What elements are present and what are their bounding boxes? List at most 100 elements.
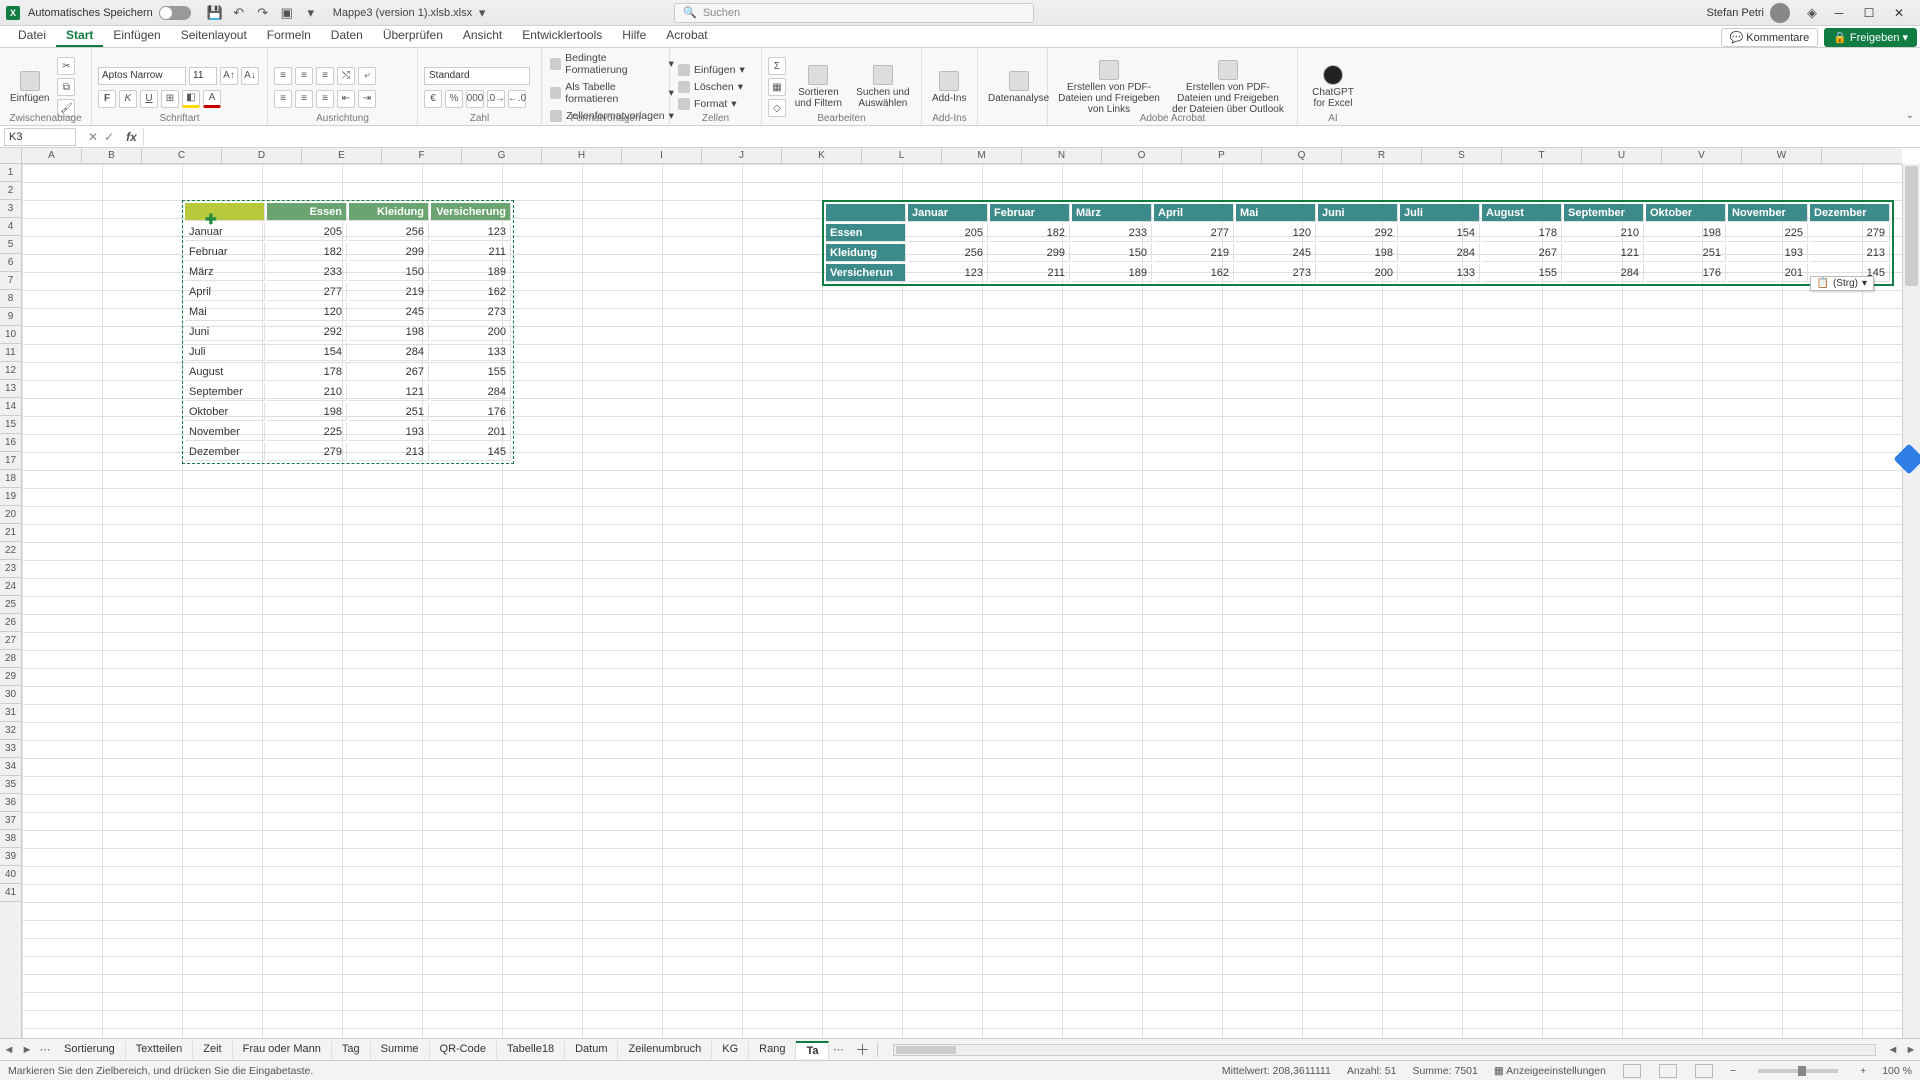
row-header-24[interactable]: 24 bbox=[0, 578, 21, 596]
paste-options-badge[interactable]: 📋 (Strg) ▾ bbox=[1810, 276, 1874, 291]
sheet-tab[interactable]: Rang bbox=[749, 1041, 796, 1059]
formula-bar[interactable] bbox=[143, 128, 1920, 146]
row-header-20[interactable]: 20 bbox=[0, 506, 21, 524]
col-header-H[interactable]: H bbox=[542, 148, 622, 163]
table1-cell[interactable]: 210 bbox=[267, 383, 347, 401]
table1-cell[interactable]: 284 bbox=[431, 383, 511, 401]
sort-filter-button[interactable]: Sortieren und Filtern bbox=[790, 63, 847, 111]
hscroll-thumb[interactable] bbox=[896, 1046, 956, 1054]
table2-cell[interactable]: 178 bbox=[1482, 224, 1562, 242]
borders-icon[interactable]: ⊞ bbox=[161, 90, 179, 108]
row-header-3[interactable]: 3 bbox=[0, 200, 21, 218]
table2-cell[interactable]: 233 bbox=[1072, 224, 1152, 242]
table2-cell[interactable]: 273 bbox=[1236, 264, 1316, 282]
copy-icon[interactable]: ⧉ bbox=[57, 78, 75, 96]
table2-header[interactable]: Januar bbox=[908, 204, 988, 222]
table2-header[interactable]: April bbox=[1154, 204, 1234, 222]
table2-header[interactable]: Oktober bbox=[1646, 204, 1726, 222]
table1-cell[interactable]: 133 bbox=[431, 343, 511, 361]
table1-cell[interactable]: 145 bbox=[431, 443, 511, 461]
table2-header[interactable]: Mai bbox=[1236, 204, 1316, 222]
table2-cell[interactable]: 155 bbox=[1482, 264, 1562, 282]
diamond-icon[interactable]: ◈ bbox=[1804, 5, 1820, 21]
number-format-select[interactable]: Standard bbox=[424, 67, 530, 85]
table2-cell[interactable]: 154 bbox=[1400, 224, 1480, 242]
table1-cell[interactable]: 200 bbox=[431, 323, 511, 341]
row-header-10[interactable]: 10 bbox=[0, 326, 21, 344]
col-header-R[interactable]: R bbox=[1342, 148, 1422, 163]
wrap-text-icon[interactable]: ⤶ bbox=[358, 67, 376, 85]
docname-dropdown-icon[interactable]: ▾ bbox=[474, 5, 490, 21]
table1-cell[interactable]: 292 bbox=[267, 323, 347, 341]
table2-cell[interactable]: 210 bbox=[1564, 224, 1644, 242]
scrollbar-thumb[interactable] bbox=[1905, 166, 1918, 286]
fx-icon[interactable]: fx bbox=[126, 130, 137, 144]
table2-cell[interactable]: 245 bbox=[1236, 244, 1316, 262]
sheet-tab[interactable]: Sortierung bbox=[54, 1041, 126, 1059]
table2-cell[interactable]: 162 bbox=[1154, 264, 1234, 282]
camera-icon[interactable]: ▣ bbox=[279, 5, 295, 21]
format-cells-button[interactable]: Format ▾ bbox=[676, 97, 747, 111]
search-box[interactable]: 🔍 Suchen bbox=[674, 3, 1034, 23]
sheet-tab[interactable]: Frau oder Mann bbox=[233, 1041, 332, 1059]
row-header-8[interactable]: 8 bbox=[0, 290, 21, 308]
row-header-25[interactable]: 25 bbox=[0, 596, 21, 614]
table2-cell[interactable]: 123 bbox=[908, 264, 988, 282]
table2-cell[interactable]: 182 bbox=[990, 224, 1070, 242]
page-layout-view-icon[interactable] bbox=[1659, 1064, 1677, 1078]
table1-cell[interactable]: 182 bbox=[267, 243, 347, 261]
qat-overflow-icon[interactable]: ▾ bbox=[303, 5, 319, 21]
increase-decimal-icon[interactable]: .0→ bbox=[487, 90, 505, 108]
table1-rowhead[interactable]: April bbox=[185, 283, 265, 301]
table2-cell[interactable]: 213 bbox=[1810, 244, 1890, 262]
currency-icon[interactable]: € bbox=[424, 90, 442, 108]
row-header-19[interactable]: 19 bbox=[0, 488, 21, 506]
chatgpt-button[interactable]: ChatGPT for Excel bbox=[1304, 63, 1362, 111]
table2-cell[interactable]: 150 bbox=[1072, 244, 1152, 262]
table2-rowhead[interactable]: Kleidung bbox=[826, 244, 906, 262]
table1-cell[interactable]: 245 bbox=[349, 303, 429, 321]
row-header-35[interactable]: 35 bbox=[0, 776, 21, 794]
table1-cell[interactable]: 193 bbox=[349, 423, 429, 441]
table1-cell[interactable]: 279 bbox=[267, 443, 347, 461]
table1-rowhead[interactable]: Februar bbox=[185, 243, 265, 261]
bold-button[interactable]: F bbox=[98, 90, 116, 108]
pdf-share-link-button[interactable]: Erstellen von PDF-Dateien und Freigeben … bbox=[1054, 58, 1164, 117]
table1-cell[interactable]: 154 bbox=[267, 343, 347, 361]
table2-cell[interactable]: 267 bbox=[1482, 244, 1562, 262]
table1-header[interactable]: Essen bbox=[267, 203, 347, 221]
tab-formeln[interactable]: Formeln bbox=[257, 25, 321, 47]
sheet-tab[interactable]: Tabelle18 bbox=[497, 1041, 565, 1059]
table1-cell[interactable]: 155 bbox=[431, 363, 511, 381]
cells-area[interactable]: ✚EssenKleidungVersicherungJanuar20525612… bbox=[22, 164, 1902, 1038]
row-header-41[interactable]: 41 bbox=[0, 884, 21, 902]
col-header-Q[interactable]: Q bbox=[1262, 148, 1342, 163]
zoom-in-button[interactable]: + bbox=[1860, 1065, 1866, 1077]
col-header-L[interactable]: L bbox=[862, 148, 942, 163]
row-header-18[interactable]: 18 bbox=[0, 470, 21, 488]
table2-header[interactable]: März bbox=[1072, 204, 1152, 222]
zoom-slider[interactable] bbox=[1758, 1069, 1838, 1073]
table2-cell[interactable]: 201 bbox=[1728, 264, 1808, 282]
row-header-32[interactable]: 32 bbox=[0, 722, 21, 740]
table1-header[interactable]: Versicherung bbox=[431, 203, 511, 221]
tab-ansicht[interactable]: Ansicht bbox=[453, 25, 512, 47]
table1-rowhead[interactable]: Oktober bbox=[185, 403, 265, 421]
col-header-J[interactable]: J bbox=[702, 148, 782, 163]
table2-header[interactable]: August bbox=[1482, 204, 1562, 222]
table1-cell[interactable]: 123 bbox=[431, 223, 511, 241]
accept-formula-icon[interactable]: ✓ bbox=[104, 130, 114, 144]
row-header-29[interactable]: 29 bbox=[0, 668, 21, 686]
align-right-icon[interactable]: ≡ bbox=[316, 90, 334, 108]
sheet-tab[interactable]: Datum bbox=[565, 1041, 618, 1059]
table2-rowhead[interactable]: Essen bbox=[826, 224, 906, 242]
row-header-11[interactable]: 11 bbox=[0, 344, 21, 362]
table2-header[interactable]: Juli bbox=[1400, 204, 1480, 222]
font-size-select[interactable]: 11 bbox=[189, 67, 217, 85]
table2-cell[interactable]: 277 bbox=[1154, 224, 1234, 242]
vertical-scrollbar[interactable] bbox=[1902, 164, 1920, 1038]
table1-rowhead[interactable]: März bbox=[185, 263, 265, 281]
col-header-P[interactable]: P bbox=[1182, 148, 1262, 163]
table2-cell[interactable]: 121 bbox=[1564, 244, 1644, 262]
sheet-tab[interactable]: Ta bbox=[796, 1041, 829, 1059]
